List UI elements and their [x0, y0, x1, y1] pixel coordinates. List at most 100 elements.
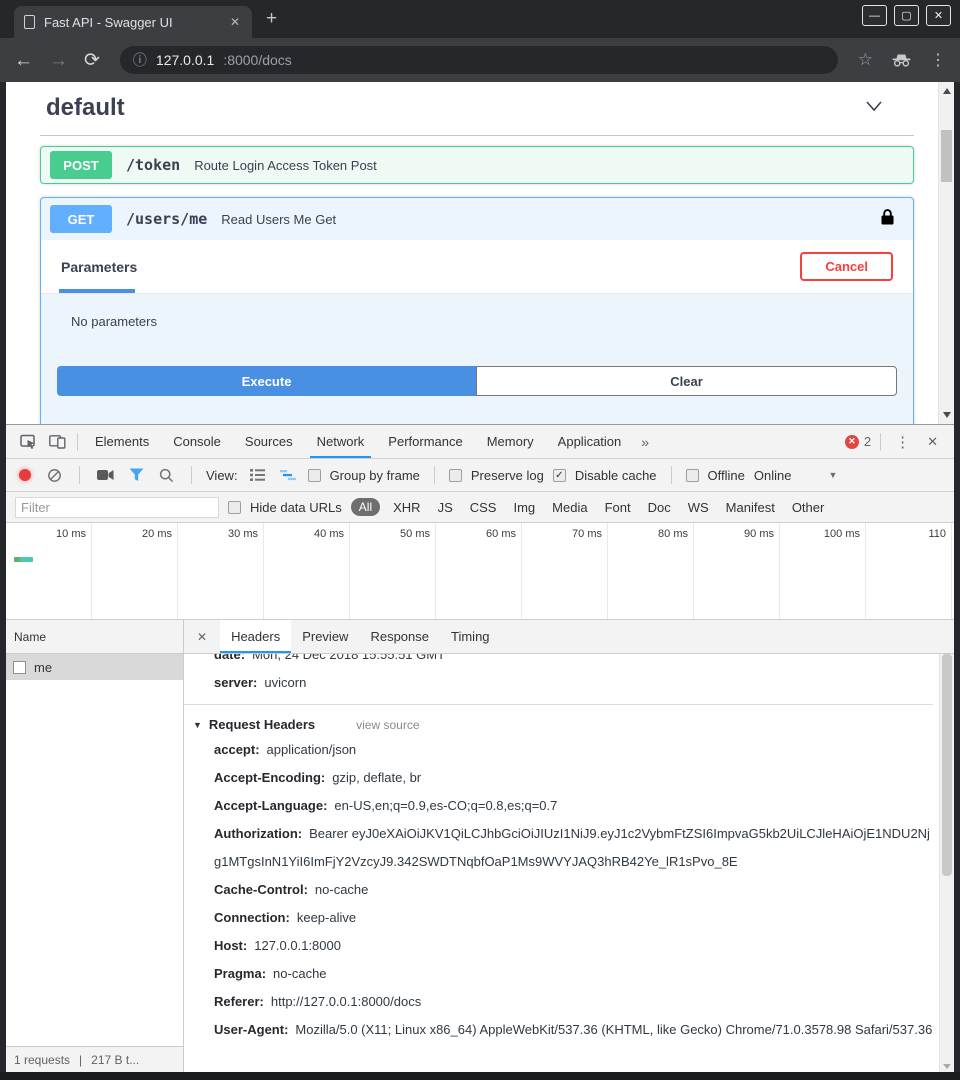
filter-input[interactable] — [15, 497, 219, 518]
divider — [671, 466, 672, 484]
minimize-button[interactable]: — — [862, 5, 887, 26]
method-badge-get: GET — [50, 205, 112, 233]
filter-type-media[interactable]: Media — [548, 500, 591, 515]
devtools-tab-elements[interactable]: Elements — [83, 425, 161, 458]
devtools-tab-network[interactable]: Network — [305, 425, 377, 458]
timeline-tick: 40 ms — [264, 523, 350, 619]
browser-menu-icon[interactable]: ⋮ — [930, 50, 946, 70]
error-badge[interactable]: ✕ 2 — [845, 434, 875, 449]
filter-type-manifest[interactable]: Manifest — [722, 500, 779, 515]
filter-funnel-icon[interactable] — [126, 468, 147, 482]
hide-data-urls-label[interactable]: Hide data URLs — [250, 500, 342, 515]
tab-close-icon[interactable]: ✕ — [228, 15, 242, 29]
devtools-panel: Elements Console Sources Network Perform… — [6, 424, 954, 1072]
parameters-body: No parameters Execute Clear — [41, 294, 913, 396]
devtools-tab-application[interactable]: Application — [546, 425, 634, 458]
disable-cache-label[interactable]: Disable cache — [575, 468, 657, 483]
maximize-button[interactable]: ▢ — [894, 5, 919, 26]
view-list-icon[interactable] — [247, 469, 268, 481]
filter-type-font[interactable]: Font — [601, 500, 635, 515]
waterfall-icon[interactable] — [277, 469, 299, 481]
back-button[interactable]: ← — [14, 51, 33, 70]
network-overview-timeline[interactable]: 10 ms 20 ms 30 ms 40 ms 50 ms 60 ms 70 m… — [6, 523, 954, 620]
record-icon[interactable] — [19, 469, 31, 481]
scroll-down-icon[interactable] — [943, 1064, 951, 1069]
window-bottom-edge — [0, 1072, 960, 1080]
request-name: me — [34, 660, 52, 675]
no-parameters-text: No parameters — [57, 314, 897, 329]
scroll-up-icon[interactable] — [943, 88, 951, 94]
devtools-tab-sources[interactable]: Sources — [233, 425, 305, 458]
filter-type-other[interactable]: Other — [788, 500, 829, 515]
address-bar[interactable]: ⓘ 127.0.0.1:8000/docs — [120, 46, 838, 74]
devtools-close-icon[interactable]: ✕ — [919, 434, 946, 450]
request-headers-section-header[interactable]: ▼ Request Headers view source — [184, 712, 933, 736]
request-list-panel: Name me 1 requests | 217 B t... — [6, 620, 184, 1073]
reload-button[interactable]: ⟳ — [84, 51, 100, 70]
browser-tab[interactable]: Fast API - Swagger UI ✕ — [14, 6, 252, 38]
endpoint-post-token[interactable]: POST /token Route Login Access Token Pos… — [40, 146, 914, 184]
new-tab-button[interactable]: + — [266, 8, 277, 30]
clear-button[interactable]: Clear — [476, 366, 897, 396]
clear-icon[interactable] — [44, 468, 65, 483]
tab-title: Fast API - Swagger UI — [44, 15, 219, 30]
detail-tab-headers[interactable]: Headers — [220, 620, 291, 653]
timeline-tick: 30 ms — [178, 523, 264, 619]
execute-button[interactable]: Execute — [57, 366, 476, 396]
filter-type-js[interactable]: JS — [434, 500, 457, 515]
hide-data-urls-checkbox[interactable] — [228, 501, 241, 514]
offline-label[interactable]: Offline — [708, 468, 745, 483]
preserve-log-checkbox[interactable] — [449, 469, 462, 482]
filter-type-css[interactable]: CSS — [466, 500, 501, 515]
filter-type-doc[interactable]: Doc — [644, 500, 675, 515]
filter-type-xhr[interactable]: XHR — [389, 500, 424, 515]
view-source-link[interactable]: view source — [356, 718, 419, 732]
request-row-me[interactable]: me — [6, 654, 183, 680]
scrollbar-thumb[interactable] — [942, 654, 952, 876]
endpoint-header-row[interactable]: GET /users/me Read Users Me Get — [41, 198, 913, 240]
divider — [79, 466, 80, 484]
detail-tab-preview[interactable]: Preview — [291, 620, 359, 653]
filter-type-all[interactable]: All — [351, 498, 380, 516]
timeline-tick: 70 ms — [522, 523, 608, 619]
chevron-down-icon[interactable] — [862, 95, 886, 122]
forward-button[interactable]: → — [49, 51, 68, 70]
devtools-menu-icon[interactable]: ⋮ — [886, 433, 919, 451]
detail-tab-response[interactable]: Response — [359, 620, 440, 653]
device-toolbar-icon[interactable] — [43, 434, 72, 449]
browser-window: Fast API - Swagger UI ✕ + — ▢ ✕ ← → ⟳ ⓘ … — [0, 0, 960, 1080]
filter-type-ws[interactable]: WS — [684, 500, 713, 515]
bookmark-star-icon[interactable]: ☆ — [858, 50, 873, 70]
more-tabs-icon[interactable]: » — [633, 434, 657, 450]
tab-parameters[interactable]: Parameters — [61, 240, 137, 293]
devtools-tab-memory[interactable]: Memory — [475, 425, 546, 458]
offline-checkbox[interactable] — [686, 469, 699, 482]
disable-cache-checkbox[interactable]: ✓ — [553, 469, 566, 482]
detail-tab-timing[interactable]: Timing — [440, 620, 501, 653]
inspect-element-icon[interactable] — [14, 434, 43, 450]
detail-close-icon[interactable]: ✕ — [184, 630, 220, 644]
cancel-button[interactable]: Cancel — [800, 252, 893, 281]
scroll-down-icon[interactable] — [943, 412, 951, 418]
filter-type-img[interactable]: Img — [509, 500, 539, 515]
swagger-section-header[interactable]: default — [40, 92, 914, 122]
page-scrollbar[interactable] — [938, 82, 954, 424]
close-window-button[interactable]: ✕ — [926, 5, 951, 26]
group-by-frame-checkbox[interactable] — [308, 469, 321, 482]
response-header-row: dateMon, 24 Dec 2018 15:55:51 GMT — [184, 654, 933, 669]
name-column-header[interactable]: Name — [6, 620, 183, 654]
detail-scrollbar[interactable] — [939, 654, 954, 1073]
request-header-row: AuthorizationBearer eyJ0eXAiOiJKV1QiLCJh… — [184, 820, 933, 876]
request-header-row: Accept-Languageen-US,en;q=0.9,es-CO;q=0.… — [184, 792, 933, 820]
group-by-frame-label[interactable]: Group by frame — [330, 468, 420, 483]
info-icon[interactable]: ⓘ — [133, 50, 147, 70]
devtools-tab-performance[interactable]: Performance — [376, 425, 474, 458]
throttling-select[interactable]: Online — [754, 468, 792, 483]
capture-screenshots-icon[interactable] — [94, 469, 117, 481]
scrollbar-thumb[interactable] — [941, 130, 952, 182]
search-icon[interactable] — [156, 468, 177, 483]
lock-icon[interactable] — [881, 208, 894, 230]
dropdown-arrow-icon[interactable]: ▼ — [828, 470, 837, 480]
devtools-tab-console[interactable]: Console — [161, 425, 233, 458]
preserve-log-label[interactable]: Preserve log — [471, 468, 544, 483]
